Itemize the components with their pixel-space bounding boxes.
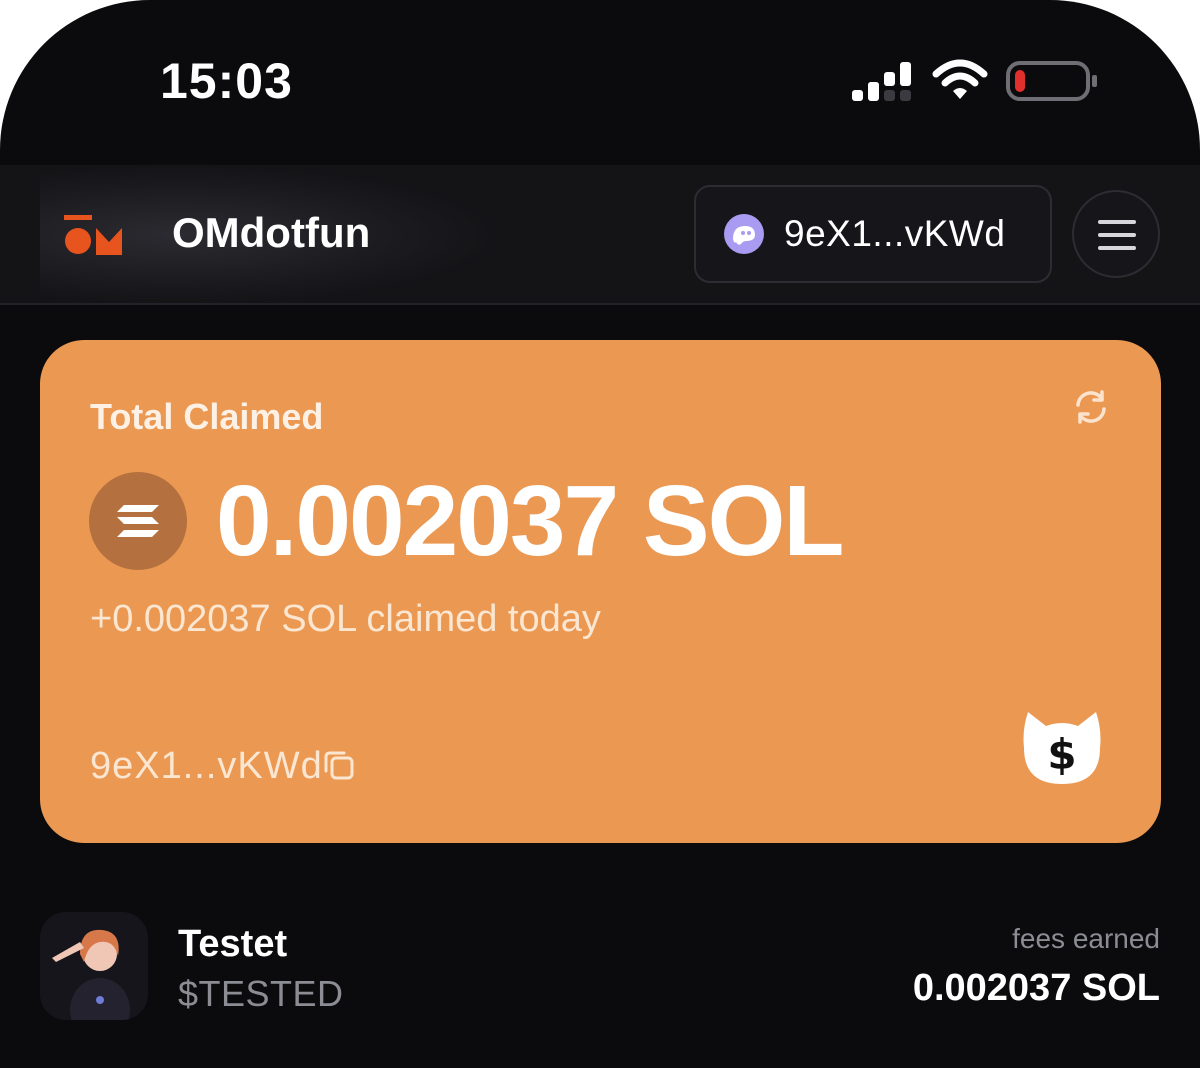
battery-low-icon — [1006, 61, 1097, 101]
brand-name[interactable]: OMdotfun — [172, 209, 370, 257]
signal-icon — [852, 62, 911, 101]
token-row[interactable]: Testet $TESTED fees earned 0.002037 SOL — [0, 905, 1200, 1025]
app-header: OMdotfun 9eX1...vKWd — [0, 165, 1200, 305]
wallet-address: 9eX1...vKWd — [784, 213, 1006, 254]
token-avatar — [40, 912, 148, 1020]
fees-value: 0.002037 SOL — [912, 967, 1160, 1009]
phantom-wallet-icon — [724, 214, 764, 254]
total-claimed-card: Total Claimed 0.002037 SOL +0.002037 SOL… — [40, 340, 1161, 843]
copy-icon[interactable] — [322, 748, 356, 782]
om-logo-icon[interactable] — [62, 213, 126, 257]
wifi-icon — [932, 59, 988, 99]
solana-icon — [89, 472, 187, 570]
cat-dollar-icon: $ — [1023, 712, 1101, 784]
fees-label: fees earned — [1012, 923, 1160, 954]
refresh-icon[interactable] — [1072, 388, 1110, 426]
token-name: Testet — [178, 923, 288, 965]
menu-button[interactable] — [1072, 190, 1160, 278]
card-wallet-address: 9eX1...vKWd — [90, 745, 323, 787]
token-ticker: $TESTED — [178, 973, 344, 1014]
status-time: 15:03 — [160, 53, 293, 109]
claimed-amount: 0.002037 SOL — [216, 465, 844, 577]
phone-screen: 15:03 OMdotfun 9eX1...vKWd Total Claimed… — [0, 0, 1200, 1068]
card-title: Total Claimed — [90, 396, 324, 437]
wallet-button[interactable]: 9eX1...vKWd — [694, 185, 1052, 283]
status-bar: 15:03 — [0, 0, 1200, 165]
claimed-today: +0.002037 SOL claimed today — [90, 598, 601, 640]
hamburger-menu-icon — [1098, 220, 1136, 250]
svg-text:$: $ — [1047, 730, 1076, 779]
